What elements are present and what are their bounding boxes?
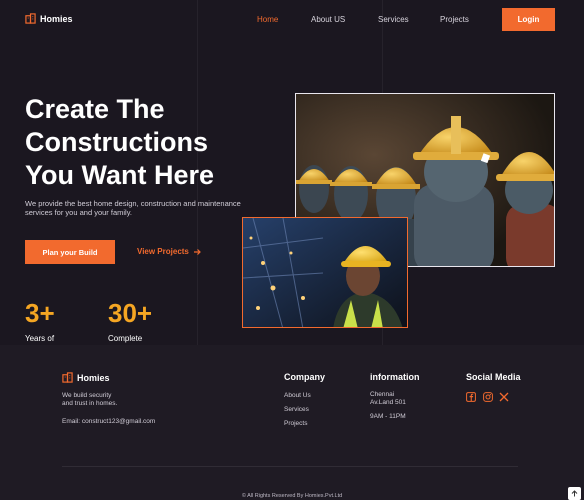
arrow-right-icon	[193, 248, 201, 255]
footer-address: Chennai Av.Land 501	[370, 391, 406, 407]
arrow-up-icon	[571, 490, 578, 497]
footer-tagline: We build security and trust in homes.	[62, 392, 117, 408]
plan-your-build-button[interactable]: Plan your Build	[25, 240, 115, 264]
footer-address-line1: Chennai	[370, 391, 395, 398]
stat-complete-value: 30+	[108, 298, 153, 328]
hero-headline-line2: Constructions	[25, 127, 209, 157]
stat-years-value: 3+	[25, 298, 55, 328]
building-icon	[25, 13, 36, 24]
nav-projects[interactable]: Projects	[440, 15, 469, 24]
nav-services[interactable]: Services	[378, 15, 409, 24]
view-projects-label: View Projects	[137, 247, 189, 256]
instagram-icon[interactable]	[483, 392, 493, 402]
worker-portrait-image	[242, 217, 408, 328]
x-icon[interactable]	[499, 392, 509, 402]
view-projects-link[interactable]: View Projects	[137, 247, 201, 256]
footer-link-projects[interactable]: Projects	[284, 420, 307, 427]
hero-headline-line3: You Want Here	[25, 160, 215, 190]
copyright: © All Rights Reserved By Homies.Pvt.Ltd	[241, 493, 343, 499]
logo-text: Homies	[40, 13, 73, 24]
hero-headline: Create The Constructions You Want Here	[25, 93, 275, 192]
building-icon	[62, 372, 73, 383]
login-button[interactable]: Login	[502, 8, 555, 31]
nav-about-us[interactable]: About US	[311, 15, 345, 24]
footer-email[interactable]: Email: construct123@gmail.com	[62, 418, 155, 426]
footer-link-about-us[interactable]: About Us	[284, 392, 311, 399]
footer-tagline-line2: and trust in homes.	[62, 400, 118, 407]
footer-logo-text: Homies	[77, 372, 110, 383]
stat-years-label: Years of	[25, 334, 55, 343]
stat-complete-label: Complete	[108, 334, 143, 343]
hero-headline-line1: Create The	[25, 94, 165, 124]
footer-tagline-line1: We build security	[62, 392, 112, 399]
footer-social-heading: Social Media	[466, 372, 521, 382]
facebook-icon[interactable]	[466, 392, 476, 402]
nav-home[interactable]: Home	[257, 15, 278, 24]
footer-divider	[62, 466, 518, 467]
worker-portrait-illustration	[243, 218, 407, 327]
footer-address-line2: Av.Land 501	[370, 399, 406, 406]
footer-company-heading: Company	[284, 372, 326, 382]
footer-hours: 9AM - 11PM	[370, 413, 406, 420]
footer-logo[interactable]: Homies	[62, 372, 110, 383]
footer-information-heading: information	[370, 372, 420, 382]
scroll-to-top-button[interactable]	[568, 487, 581, 500]
footer-link-services[interactable]: Services	[284, 406, 309, 413]
hero-subtext: We provide the best home design, constru…	[25, 199, 241, 217]
logo[interactable]: Homies	[25, 13, 73, 24]
